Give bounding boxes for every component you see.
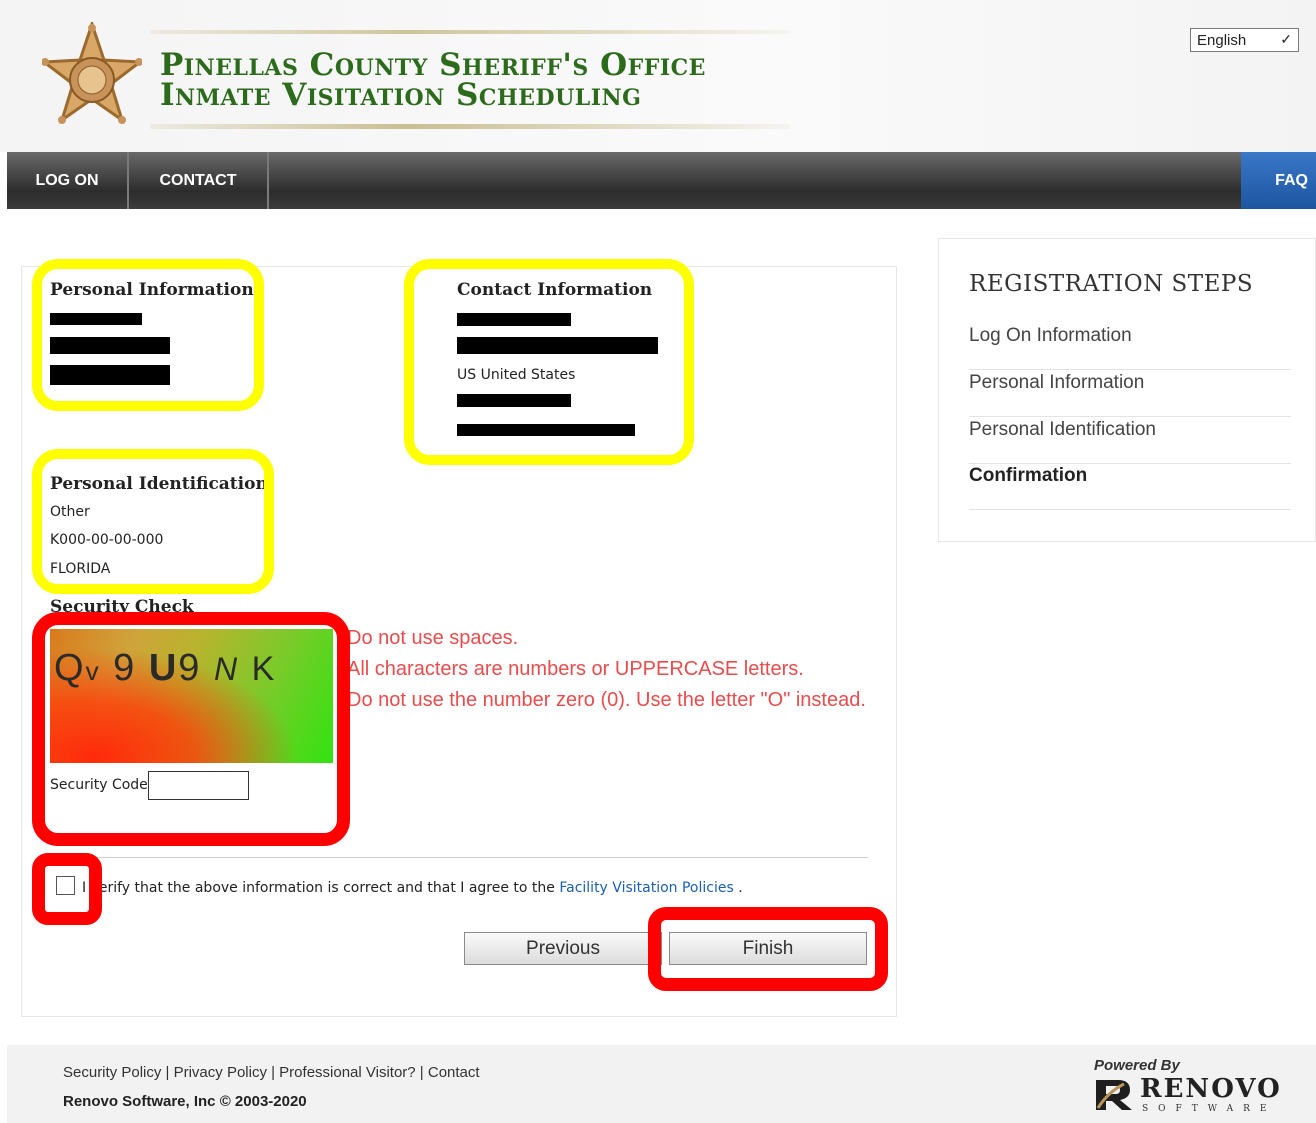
sheriff-star-badge-icon [42,22,142,124]
step-confirmation: Confirmation [969,464,1291,510]
captcha-hint-spaces: Do not use spaces. [347,627,519,649]
nav-contact[interactable]: CONTACT [129,152,267,209]
step-personal-information: Personal Information [969,371,1291,417]
facility-visitation-policies-link[interactable]: Facility Visitation Policies [559,880,733,896]
captcha-hint-uppercase: All characters are numbers or UPPERCASE … [347,658,804,680]
language-selected: English [1197,32,1247,49]
highlight-personal-identification [32,449,274,594]
verify-statement: I verify that the above information is c… [82,880,743,896]
section-divider [50,857,868,858]
site-title-line1: Pinellas County Sheriff's Office [160,47,706,83]
nav-separator [267,152,269,209]
site-title-line2: Inmate Visitation Scheduling [160,77,642,113]
renovo-wordmark: RENOVO [1140,1074,1282,1104]
header-decor-line [150,30,790,34]
verify-text-end: . [733,880,743,896]
header-decor-line [150,124,790,129]
highlight-security-check [32,612,350,846]
nav-log-on[interactable]: LOG ON [7,152,127,209]
chevron-down-icon: ✓ [1280,31,1292,47]
nav-faq[interactable]: FAQ [1241,152,1316,209]
registration-steps-title: REGISTRATION STEPS [969,271,1254,297]
step-personal-identification: Personal Identification [969,418,1291,464]
renovo-logo-icon [1096,1080,1132,1110]
step-log-on-information: Log On Information [969,324,1291,370]
verify-text: I verify that the above information is c… [82,880,555,896]
captcha-hint-zero: Do not use the number zero (0). Use the … [347,689,866,711]
powered-by-label: Powered By [1094,1057,1180,1074]
renovo-subtitle: SOFTWARE [1142,1104,1277,1114]
highlight-contact-information [404,259,694,465]
site-title: Pinellas County Sheriff's Office Inmate … [160,47,706,113]
highlight-finish-button [648,907,888,991]
highlight-verify-checkbox [32,853,102,925]
highlight-personal-information [32,259,264,411]
language-select[interactable]: English ✓ [1190,28,1299,52]
footer-copyright: Renovo Software, Inc © 2003-2020 [63,1093,307,1110]
previous-button[interactable]: Previous [464,932,662,965]
main-nav: LOG ON CONTACT FAQ [7,152,1316,209]
footer-links[interactable]: Security Policy | Privacy Policy | Profe… [63,1064,480,1081]
